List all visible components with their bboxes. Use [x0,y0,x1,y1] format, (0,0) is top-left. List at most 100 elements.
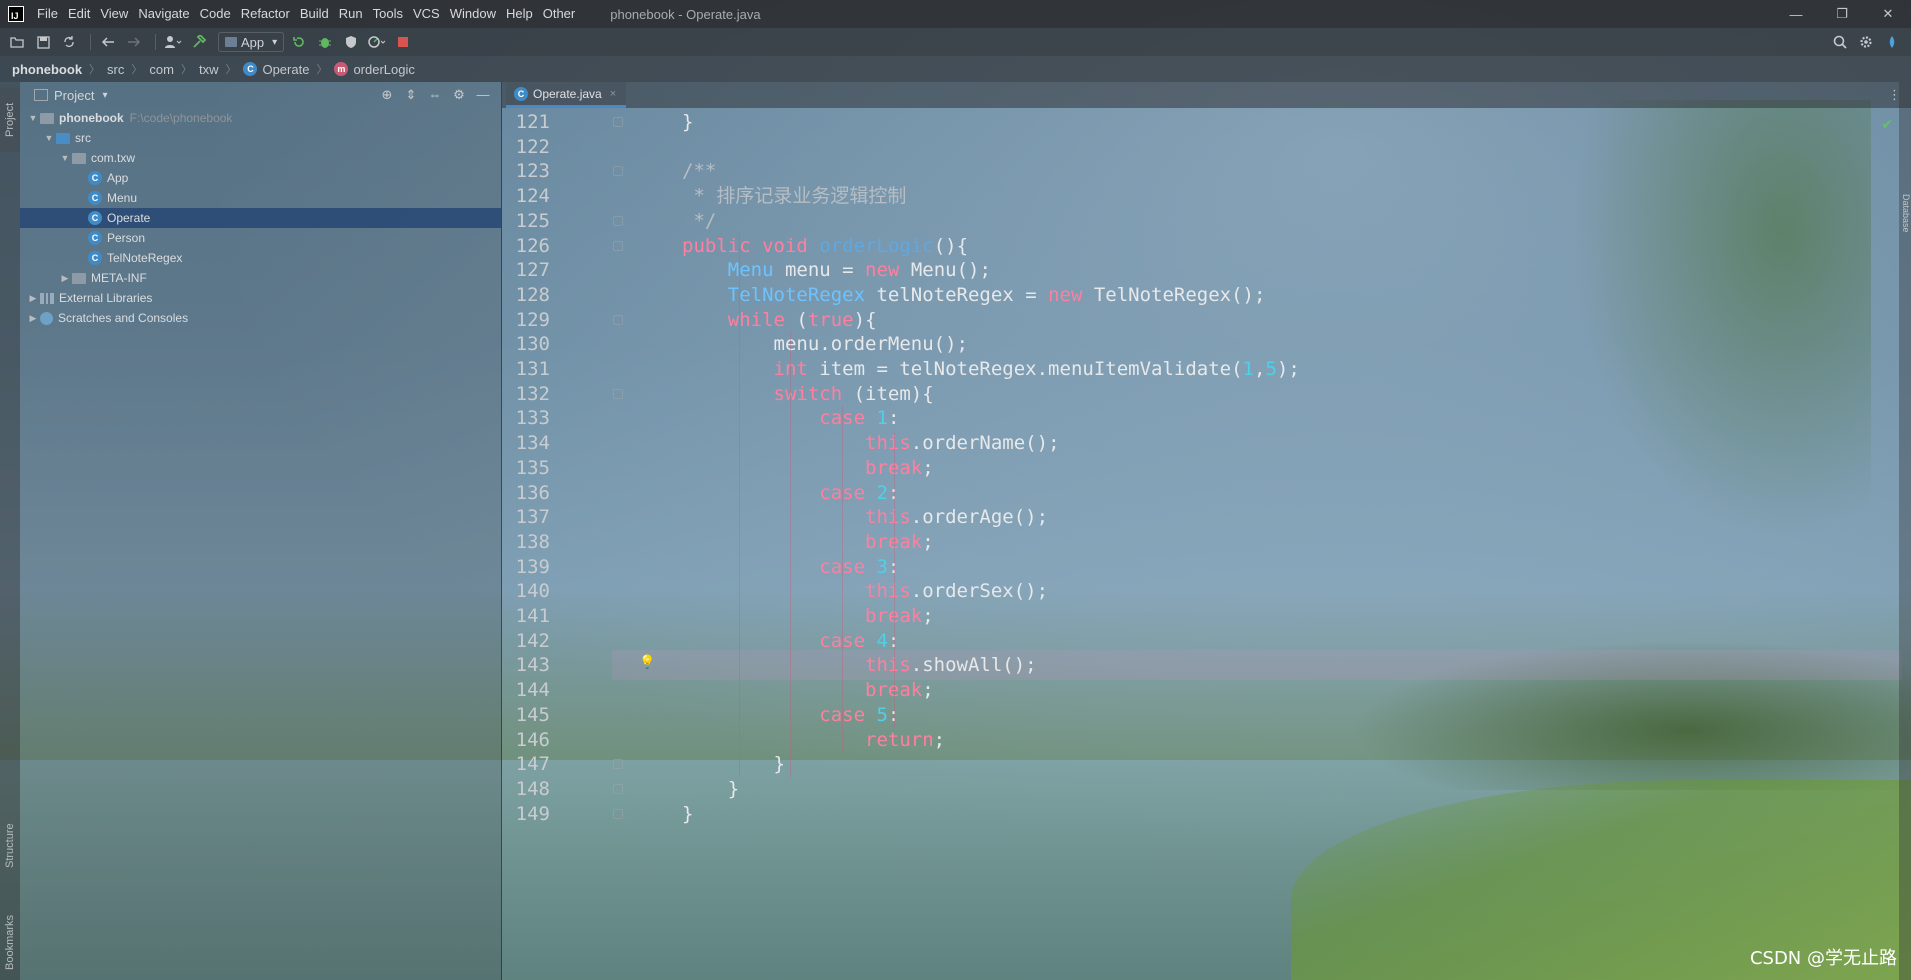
breadcrumb-src[interactable]: src [107,62,124,77]
close-tab-icon[interactable]: × [610,88,616,100]
fold-marker-icon[interactable] [613,759,623,770]
database-tool-tab[interactable]: Database [1899,194,1911,233]
run-configuration-selector[interactable]: App ▾ [218,32,285,52]
code-line: this.showAll(); [865,654,1037,677]
rerun-icon[interactable] [288,31,310,53]
user-dropdown-icon[interactable] [162,31,184,53]
code-line: public void orderLogic(){ [682,234,969,257]
tree-item-app[interactable]: C App [20,168,501,188]
fold-marker-icon[interactable] [613,783,623,794]
expand-all-icon[interactable]: ⇕ [399,87,423,103]
tree-item-meta-inf[interactable]: ▶ META-INF [20,268,501,288]
code-area[interactable]: 121 122 123 124 125 126 127 128 129 130 131 132 133 1… [502,108,1911,980]
project-panel-title[interactable]: Project [54,88,94,103]
breadcrumb-txw[interactable]: txw [199,62,219,77]
bookmarks-tool-tab[interactable]: Bookmarks [0,902,20,980]
tree-item-scratches-and-consoles[interactable]: ▶ Scratches and Consoles [20,308,501,328]
locate-file-icon[interactable]: ⊕ [375,87,399,103]
coverage-shield-icon[interactable] [340,31,362,53]
menu-file[interactable]: File [32,0,63,28]
collapse-all-icon[interactable]: ⇔ [423,87,447,103]
minimize-button[interactable]: — [1773,0,1819,28]
fold-marker-icon[interactable] [613,215,623,226]
line-number: 135 [515,456,550,479]
menu-window[interactable]: Window [445,0,501,28]
menu-code[interactable]: Code [195,0,236,28]
indent-guide [739,233,740,777]
menu-tools[interactable]: Tools [368,0,408,28]
structure-tool-tab[interactable]: Structure [0,806,20,886]
tree-item-label: META-INF [91,271,147,285]
breadcrumb-class[interactable]: C Operate [243,62,309,77]
code-line: /** [682,160,717,183]
tab-operate-java[interactable]: C Operate.java × [506,82,627,108]
code-line: while (true){ [727,308,877,331]
back-arrow-icon[interactable] [97,31,119,53]
tree-item-menu[interactable]: C Menu [20,188,501,208]
tree-item-src[interactable]: ▼ src [20,128,501,148]
code-line: Menu menu = new Menu(); [727,259,991,282]
menu-edit[interactable]: Edit [63,0,95,28]
gear-icon[interactable] [1855,31,1877,53]
restore-button[interactable]: ❐ [1819,0,1865,28]
breadcrumb-project[interactable]: phonebook [12,62,82,77]
menu-other[interactable]: Other [538,0,581,28]
tree-item-operate[interactable]: C Operate [20,208,501,228]
line-number: 127 [515,259,550,282]
chevron-right-icon[interactable]: ▶ [26,293,40,304]
profiler-icon[interactable] [366,31,388,53]
menu-build[interactable]: Build [295,0,334,28]
gear-icon[interactable]: ⚙ [447,87,471,103]
ide-feature-icon[interactable] [1881,31,1903,53]
save-all-icon[interactable] [32,31,54,53]
lightbulb-icon[interactable]: 💡 [639,655,655,670]
line-number: 133 [515,407,550,430]
debug-bug-icon[interactable] [314,31,336,53]
code-line: break; [865,530,934,553]
line-number: 144 [515,679,550,702]
tree-item-telnoteregex[interactable]: C TelNoteRegex [20,248,501,268]
menu-navigate[interactable]: Navigate [133,0,194,28]
menu-vcs[interactable]: VCS [408,0,445,28]
chevron-down-icon[interactable]: ▾ [102,90,107,101]
fold-marker-icon[interactable] [613,314,623,325]
sync-icon[interactable] [58,31,80,53]
tree-item-label: Operate [107,211,151,225]
breadcrumb-com[interactable]: com [149,62,174,77]
tree-item-person[interactable]: C Person [20,228,501,248]
fold-marker-icon[interactable] [613,388,623,399]
menu-refactor[interactable]: Refactor [236,0,295,28]
class-icon: C [88,251,102,265]
project-tool-tab[interactable]: Project [0,88,20,152]
forward-arrow-icon[interactable] [123,31,145,53]
menu-run[interactable]: Run [334,0,368,28]
line-number: 126 [515,234,550,257]
tree-item-phonebook[interactable]: ▼ phonebook F:\code\phonebook [20,108,501,128]
fold-marker-icon[interactable] [613,240,623,251]
indent-guide [842,406,843,753]
fold-marker-icon[interactable] [613,166,623,177]
code-line: break; [865,605,934,627]
fold-marker-icon[interactable] [613,117,623,127]
close-window-button[interactable]: ✕ [1865,0,1911,28]
chevron-down-icon[interactable]: ▼ [42,133,56,143]
menu-help[interactable]: Help [501,0,538,28]
hide-panel-icon[interactable]: — [471,87,495,103]
tree-item-external-libraries[interactable]: ▶ External Libraries [20,288,501,308]
chevron-down-icon[interactable]: ▼ [26,113,40,123]
tree-item-com-txw[interactable]: ▼ com.txw [20,148,501,168]
build-hammer-icon[interactable] [188,31,210,53]
fold-marker-icon[interactable] [613,808,623,819]
chevron-down-icon[interactable]: ▼ [58,153,72,163]
inspection-ok-icon[interactable]: ✔ [1881,116,1893,133]
left-tool-strip: Project Structure Bookmarks [0,82,20,980]
open-folder-icon[interactable] [6,31,28,53]
breadcrumb-method[interactable]: m orderLogic [334,62,415,77]
chevron-right-icon[interactable]: ▶ [58,273,72,284]
search-icon[interactable] [1829,31,1851,53]
stop-icon[interactable] [392,31,414,53]
menu-view[interactable]: View [95,0,133,28]
line-number: 146 [515,728,550,751]
code-line: } [682,753,785,776]
chevron-right-icon[interactable]: ▶ [26,313,40,324]
